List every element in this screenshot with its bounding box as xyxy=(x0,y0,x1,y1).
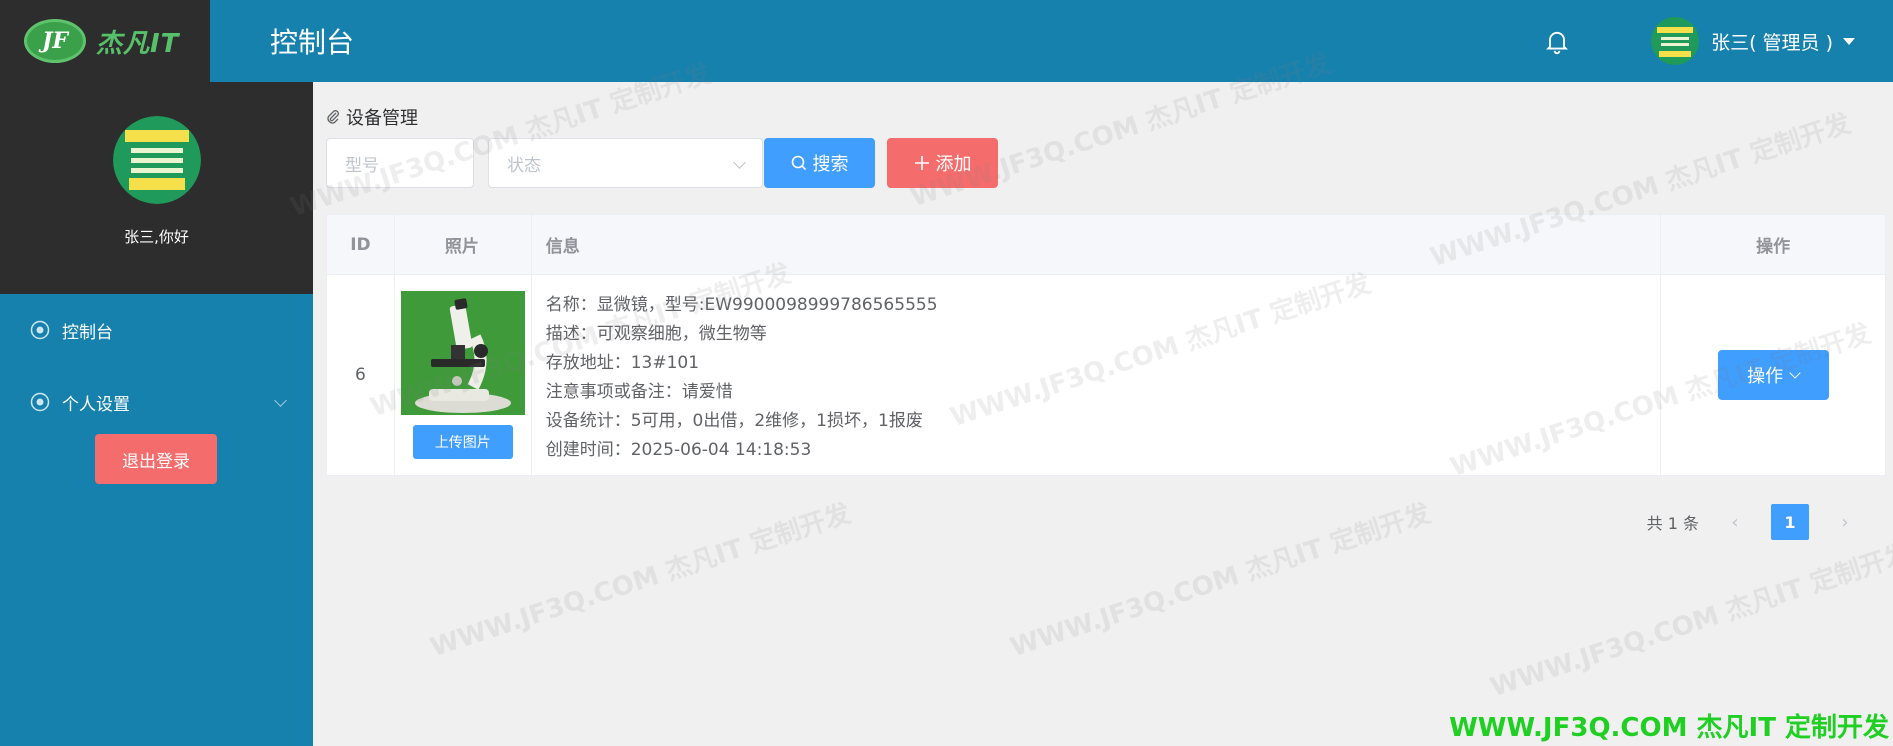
plus-icon xyxy=(914,156,929,170)
info-notes: 注意事项或备注：请爱惜 xyxy=(545,382,733,402)
status-select[interactable]: 状态 xyxy=(488,138,763,188)
logo-mark: JF xyxy=(24,19,86,63)
info-created: 创建时间：2025-06-04 14:18:53 xyxy=(545,440,812,460)
sidebar-item-label: 控制台 xyxy=(62,322,113,343)
watermark-text: WWW.JF3Q.COM 杰凡IT 定制开发 xyxy=(426,498,855,664)
info-location: 存放地址：13#101 xyxy=(545,353,700,373)
upload-photo-button[interactable]: 上传图片 xyxy=(412,425,513,459)
breadcrumb-label: 设备管理 xyxy=(346,108,418,129)
top-header: JF 杰凡IT 控制台 张三( 管理员 ) xyxy=(0,0,1893,82)
header-avatar[interactable] xyxy=(1651,17,1700,65)
model-input[interactable]: 型号 xyxy=(326,138,474,188)
microscope-image xyxy=(400,291,525,415)
info-name: 名称：显微镜，型号:EW9900098999786565555 xyxy=(545,295,938,315)
table-row: 6 上传图片 名称：显微镜，型号:EW9900098999786565555 描… xyxy=(327,275,1885,475)
pagination-total: 共 1 条 xyxy=(1646,514,1699,533)
breadcrumb: 设备管理 xyxy=(326,104,418,130)
caret-down-icon[interactable] xyxy=(1843,37,1855,45)
aperture-icon xyxy=(30,392,50,412)
sidebar-item-dashboard[interactable]: 控制台 xyxy=(0,294,313,366)
info-stats: 设备统计：5可用，0出借，2维修，1损坏，1报废 xyxy=(545,411,923,431)
model-input-placeholder: 型号 xyxy=(345,155,379,176)
col-header-photo: 照片 xyxy=(395,215,532,274)
logo-text: 杰凡IT xyxy=(96,28,180,59)
operation-dropdown-button[interactable]: 操作 xyxy=(1717,350,1829,400)
watermark-text: WWW.JF3Q.COM 杰凡IT 定制开发 xyxy=(1006,498,1435,664)
paperclip-icon xyxy=(327,110,339,124)
sidebar: 张三,你好 控制台 个人设置 退出登录 xyxy=(0,82,313,746)
col-header-info: 信息 xyxy=(532,215,1662,274)
device-table: ID 照片 信息 操作 6 上传图片 名称：显微镜，型号:EW990009899… xyxy=(326,214,1886,476)
profile-avatar xyxy=(112,116,201,204)
cell-op: 操作 xyxy=(1661,275,1885,475)
user-menu[interactable]: 张三( 管理员 ) xyxy=(1711,28,1833,55)
info-description: 描述：可观察细胞，微生物等 xyxy=(545,324,767,344)
page-title: 控制台 xyxy=(270,26,355,59)
chevron-down-icon xyxy=(733,156,746,169)
device-photo xyxy=(400,291,525,415)
chevron-down-icon xyxy=(1789,367,1801,379)
col-header-op: 操作 xyxy=(1756,237,1791,257)
prev-page-button[interactable]: ‹ xyxy=(1717,504,1753,540)
add-button-label: 添加 xyxy=(935,154,972,174)
next-page-button[interactable]: › xyxy=(1827,504,1863,540)
search-icon xyxy=(791,155,806,171)
search-button-label: 搜索 xyxy=(812,154,849,174)
operation-label: 操作 xyxy=(1747,366,1784,387)
cell-photo: 上传图片 xyxy=(395,275,532,475)
table-header: ID 照片 信息 操作 xyxy=(327,215,1885,275)
col-header-id: ID xyxy=(327,215,395,274)
sidebar-item-personal-settings[interactable]: 个人设置 xyxy=(0,366,313,438)
header-right: 张三( 管理员 ) xyxy=(1543,0,1855,82)
search-button[interactable]: 搜索 xyxy=(764,138,875,188)
sidebar-item-label: 个人设置 xyxy=(62,394,130,415)
page-number-current[interactable]: 1 xyxy=(1771,504,1809,540)
logout-button[interactable]: 退出登录 xyxy=(95,434,217,484)
logo: JF 杰凡IT xyxy=(0,0,210,82)
greeting: 张三,你好 xyxy=(124,228,189,246)
cell-id: 6 xyxy=(327,275,395,475)
cell-info: 名称：显微镜，型号:EW9900098999786565555 描述：可观察细胞… xyxy=(532,275,1662,475)
aperture-icon xyxy=(30,320,50,340)
add-button[interactable]: 添加 xyxy=(887,138,998,188)
watermark-text: WWW.JF3Q.COM 杰凡IT 定制开发 xyxy=(1486,538,1893,704)
status-select-placeholder: 状态 xyxy=(507,155,541,176)
corner-watermark: WWW.JF3Q.COM 杰凡IT 定制开发 xyxy=(1449,713,1889,743)
profile-card: 张三,你好 xyxy=(0,82,313,294)
bell-icon[interactable] xyxy=(1543,27,1571,55)
chevron-down-icon xyxy=(274,394,287,407)
pagination: 共 1 条 ‹ 1 › xyxy=(1647,504,1863,540)
